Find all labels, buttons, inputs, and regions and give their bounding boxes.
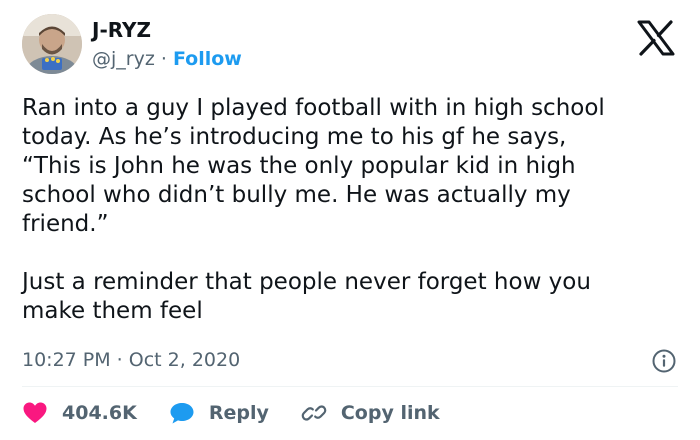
tweet-card: J-RYZ @j_ryz · Follow Ran into a guy I p… bbox=[0, 0, 700, 440]
heart-icon bbox=[23, 402, 47, 423]
tweet-text: Ran into a guy I played football with in… bbox=[22, 95, 605, 324]
reply-label: Reply bbox=[208, 402, 269, 424]
like-button[interactable]: 404.6K bbox=[22, 401, 137, 425]
reply-button[interactable]: Reply bbox=[169, 401, 269, 425]
x-logo-icon[interactable] bbox=[636, 20, 676, 56]
divider bbox=[22, 386, 678, 387]
user-handle[interactable]: @j_ryz bbox=[92, 48, 155, 70]
like-count: 404.6K bbox=[62, 402, 137, 424]
display-name[interactable]: J-RYZ bbox=[92, 18, 151, 42]
avatar[interactable] bbox=[22, 14, 82, 74]
tweet-timestamp[interactable]: 10:27 PM · Oct 2, 2020 bbox=[22, 349, 240, 371]
handle-row: @j_ryz · Follow bbox=[92, 48, 242, 70]
copy-link-label: Copy link bbox=[340, 402, 440, 424]
separator-dot: · bbox=[160, 48, 167, 70]
action-bar: 404.6K Reply Copy link bbox=[22, 400, 472, 426]
info-icon[interactable] bbox=[651, 348, 677, 374]
link-icon bbox=[301, 405, 327, 421]
copy-link-button[interactable]: Copy link bbox=[301, 401, 440, 425]
speech-bubble-icon bbox=[170, 403, 194, 424]
follow-button[interactable]: Follow bbox=[173, 48, 242, 70]
